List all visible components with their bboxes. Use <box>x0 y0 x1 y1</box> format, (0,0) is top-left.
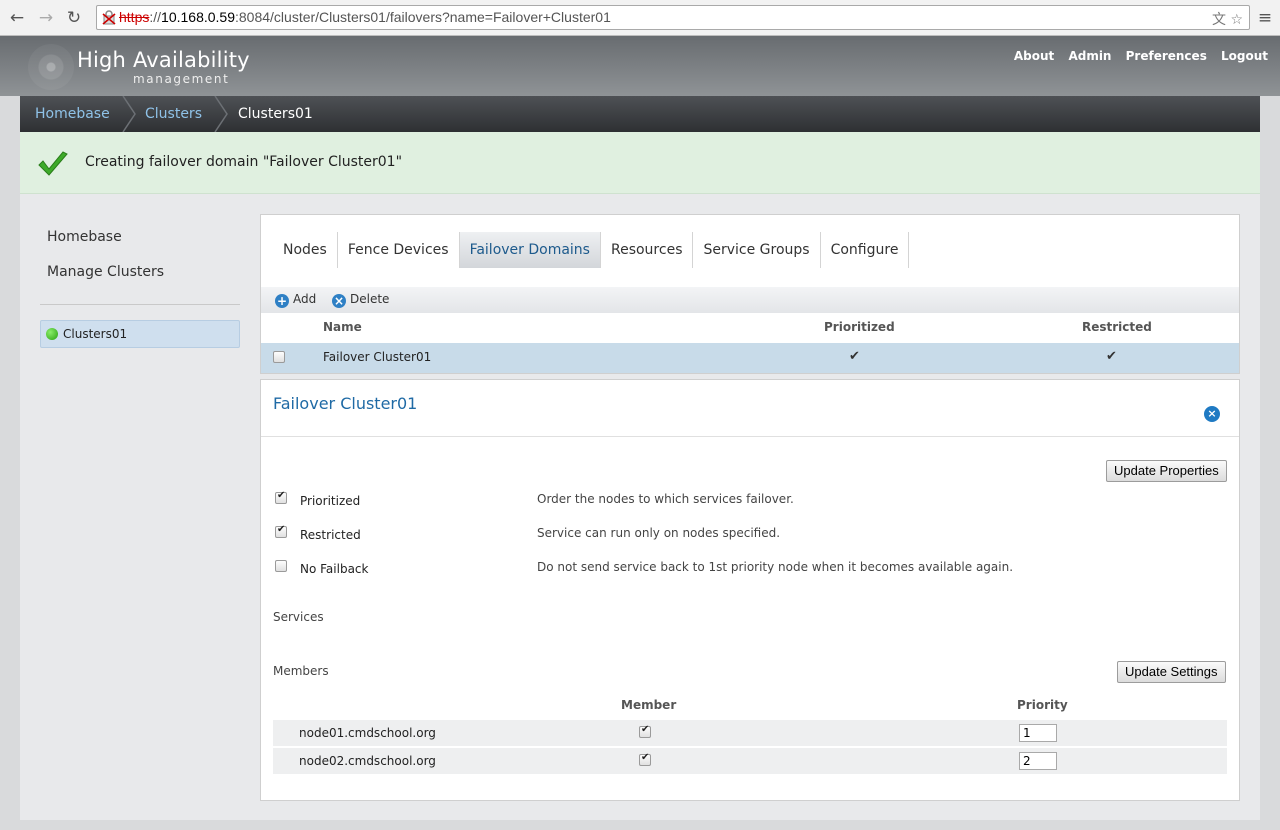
restricted-check-icon: ✔ <box>1106 349 1117 364</box>
member-row: node02.cmdschool.org <box>273 748 1227 774</box>
address-bar[interactable]: https://10.168.0.59:8084/cluster/Cluster… <box>96 5 1250 30</box>
services-label: Services <box>273 610 324 624</box>
prioritized-label: Prioritized <box>300 494 361 508</box>
column-prioritized[interactable]: Prioritized <box>824 320 895 334</box>
breadcrumb-homebase[interactable]: Homebase <box>35 106 110 122</box>
preferences-link[interactable]: Preferences <box>1126 49 1207 63</box>
prioritized-checkbox[interactable] <box>275 490 287 504</box>
row-select-checkbox[interactable] <box>273 351 285 363</box>
table-row[interactable]: Failover Cluster01 ✔ ✔ <box>261 343 1239 373</box>
forward-icon[interactable]: → <box>35 7 57 29</box>
column-member: Member <box>621 698 677 712</box>
logout-link[interactable]: Logout <box>1221 49 1268 63</box>
browser-toolbar: ← → ↻ https://10.168.0.59:8084/cluster/C… <box>0 0 1280 36</box>
column-restricted[interactable]: Restricted <box>1082 320 1152 334</box>
members-label: Members <box>273 664 329 678</box>
app-header: High Availability management About Admin… <box>0 36 1280 96</box>
update-properties-button[interactable]: Update Properties <box>1106 460 1227 482</box>
menu-icon[interactable]: ≡ <box>1254 7 1276 29</box>
domain-toolbar: + Add × Delete <box>261 287 1239 313</box>
domain-table-header: Name Prioritized Restricted <box>261 313 1239 343</box>
bookmark-star-icon[interactable]: ☆ <box>1230 12 1243 28</box>
notice-text: Creating failover domain "Failover Clust… <box>85 154 403 170</box>
no-failback-description: Do not send service back to 1st priority… <box>537 560 1014 574</box>
restricted-checkbox[interactable] <box>275 524 287 538</box>
detail-title: Failover Cluster01 <box>273 394 418 413</box>
checkmark-icon <box>38 151 68 176</box>
translate-icon[interactable]: 文 <box>1212 12 1226 28</box>
member-checkbox[interactable] <box>639 752 651 766</box>
prioritized-description: Order the nodes to which services failov… <box>537 492 794 506</box>
member-node-name: node02.cmdschool.org <box>299 754 436 768</box>
breadcrumb-current: Clusters01 <box>238 106 313 122</box>
add-label: Add <box>293 292 317 306</box>
admin-link[interactable]: Admin <box>1068 49 1111 63</box>
reload-icon[interactable]: ↻ <box>63 7 85 29</box>
priority-input[interactable] <box>1019 724 1057 742</box>
success-notice: Creating failover domain "Failover Clust… <box>20 132 1260 194</box>
column-priority: Priority <box>1017 698 1068 712</box>
omnibox-icons: 文 ☆ <box>1212 9 1243 29</box>
tab-resources[interactable]: Resources <box>601 232 694 268</box>
member-node-name: node01.cmdschool.org <box>299 726 436 740</box>
insecure-lock-icon <box>102 10 116 25</box>
delete-button[interactable]: × Delete <box>332 292 389 308</box>
member-checkbox[interactable] <box>639 724 651 738</box>
no-failback-label: No Failback <box>300 562 369 576</box>
sidebar-divider <box>40 304 240 305</box>
priority-input[interactable] <box>1019 752 1057 770</box>
sidebar-cluster-item[interactable]: Clusters01 <box>40 320 240 348</box>
breadcrumb-clusters[interactable]: Clusters <box>145 106 202 122</box>
tab-failover-domains[interactable]: Failover Domains <box>459 232 601 268</box>
breadcrumb-separator-icon <box>122 96 136 132</box>
about-link[interactable]: About <box>1014 49 1054 63</box>
add-button[interactable]: + Add <box>275 292 316 308</box>
tab-fence-devices[interactable]: Fence Devices <box>338 232 460 268</box>
tab-service-groups[interactable]: Service Groups <box>693 232 821 268</box>
status-dot-icon <box>46 328 58 340</box>
delete-icon: × <box>332 294 346 308</box>
sidebar-cluster-label: Clusters01 <box>63 327 128 341</box>
breadcrumb: Homebase Clusters Clusters01 <box>20 96 1260 132</box>
restricted-description: Service can run only on nodes specified. <box>537 526 781 540</box>
delete-label: Delete <box>350 292 390 306</box>
domain-detail-panel: Failover Cluster01 × Update Properties P… <box>260 379 1240 801</box>
logo-icon <box>28 44 74 90</box>
domain-name: Failover Cluster01 <box>323 350 432 364</box>
column-name[interactable]: Name <box>323 320 362 334</box>
failover-domains-panel: Nodes Fence Devices Failover Domains Res… <box>260 214 1240 374</box>
tab-configure[interactable]: Configure <box>821 232 910 268</box>
url-scheme: https <box>119 9 150 25</box>
workspace: Homebase Manage Clusters Clusters01 Node… <box>20 194 1260 820</box>
url-host: 10.168.0.59 <box>161 9 235 25</box>
sidebar-item-homebase[interactable]: Homebase <box>47 229 122 245</box>
top-links: About Admin Preferences Logout <box>1004 49 1268 64</box>
url-path: :8084/cluster/Clusters01/failovers?name=… <box>235 9 611 25</box>
member-row: node01.cmdschool.org <box>273 720 1227 746</box>
sidebar-item-manage-clusters[interactable]: Manage Clusters <box>47 264 164 280</box>
restricted-label: Restricted <box>300 528 361 542</box>
add-icon: + <box>275 294 289 308</box>
url-text: https://10.168.0.59:8084/cluster/Cluster… <box>119 9 611 25</box>
back-icon[interactable]: ← <box>6 7 28 29</box>
tab-nodes[interactable]: Nodes <box>273 232 338 268</box>
no-failback-checkbox[interactable] <box>275 560 287 572</box>
tab-bar: Nodes Fence Devices Failover Domains Res… <box>273 232 910 268</box>
breadcrumb-separator-icon <box>214 96 228 132</box>
update-settings-button[interactable]: Update Settings <box>1117 661 1226 683</box>
close-icon[interactable]: × <box>1204 406 1220 422</box>
prioritized-check-icon: ✔ <box>849 349 860 364</box>
brand-subtitle: management <box>133 72 230 86</box>
brand-title: High Availability <box>77 48 250 72</box>
detail-divider <box>261 436 1239 437</box>
